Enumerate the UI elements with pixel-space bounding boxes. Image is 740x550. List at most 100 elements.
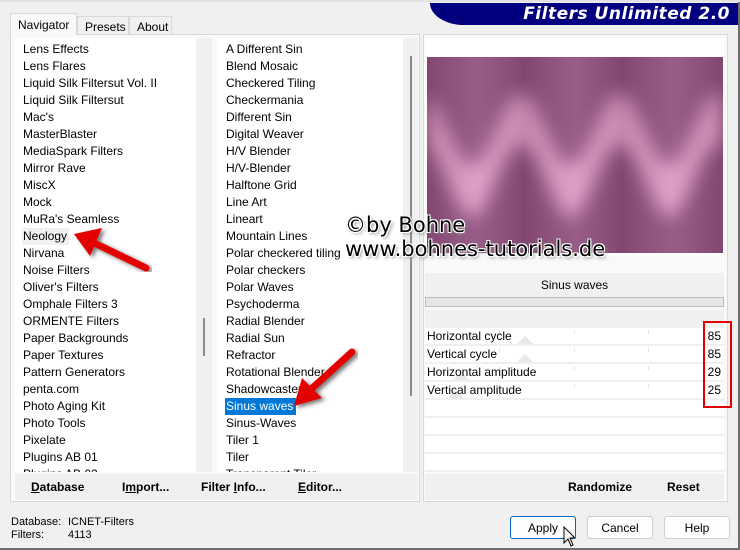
list-item-label: MuRa's Seamless	[23, 212, 120, 226]
list-item[interactable]: Refractor	[218, 347, 418, 364]
list-item[interactable]: penta.com	[15, 381, 212, 398]
list-item[interactable]: Mirror Rave	[15, 160, 212, 177]
list-item[interactable]: Psychoderma	[218, 296, 418, 313]
list-item-label: Shadowcaster	[226, 382, 303, 396]
list-item[interactable]: MuRa's Seamless	[15, 211, 212, 228]
list-item[interactable]: MasterBlaster	[15, 126, 212, 143]
list-item[interactable]: Digital Weaver	[218, 126, 418, 143]
list-item[interactable]: ORMENTE Filters	[15, 313, 212, 330]
list-item[interactable]: Omphale Filters 3	[15, 296, 212, 313]
list-item[interactable]: Mountain Lines	[218, 228, 418, 245]
filter-list[interactable]: A Different Sin Blend Mosaic Checkered Til…	[218, 38, 418, 472]
list-item[interactable]: Checkered Tiling	[218, 75, 418, 92]
filters-count-label: Filters:	[11, 529, 44, 541]
list-item[interactable]: Different Sin	[218, 109, 418, 126]
import-button[interactable]: Import...	[122, 480, 169, 494]
param-value[interactable]: 85	[708, 347, 721, 361]
list-item[interactable]: Oliver's Filters	[15, 279, 212, 296]
randomize-button[interactable]: Randomize	[568, 480, 632, 494]
list-item[interactable]: Photo Aging Kit	[15, 398, 212, 415]
filter-info-button[interactable]: Filter Info...	[201, 480, 266, 494]
list-item[interactable]: MiscX	[15, 177, 212, 194]
list-item[interactable]: Pattern Generators	[15, 364, 212, 381]
list-item[interactable]: Lens Flares	[15, 58, 212, 75]
list-item-label: Radial Blender	[226, 314, 305, 328]
param-value[interactable]: 29	[708, 365, 721, 379]
list-item[interactable]: Blend Mosaic	[218, 58, 418, 75]
list-item[interactable]: Liquid Silk Filtersut	[15, 92, 212, 109]
param-row-horizontal-amplitude[interactable]: Horizontal amplitude 29	[425, 364, 724, 380]
sinus-wave-preview	[427, 57, 723, 253]
list-item[interactable]: Line Art	[218, 194, 418, 211]
reset-button[interactable]: Reset	[667, 480, 700, 494]
filter-preview-image[interactable]	[427, 57, 723, 253]
list-item[interactable]: Tiler	[218, 449, 418, 466]
help-button[interactable]: Help	[664, 516, 730, 539]
list-item[interactable]: Polar checkered tiling	[218, 245, 418, 262]
list-item-label: Pixelate	[23, 433, 66, 447]
list-item[interactable]: H/V Blender	[218, 143, 418, 160]
list-item[interactable]: Checkermania	[218, 92, 418, 109]
database-button[interactable]: Database	[31, 480, 84, 494]
list-item[interactable]: Rotational Blender	[218, 364, 418, 381]
list-item-label: Photo Aging Kit	[23, 399, 106, 413]
filter-scroll-thumb[interactable]	[410, 56, 412, 396]
list-item[interactable]: Plugins AB 02	[15, 466, 212, 472]
list-item[interactable]: Lens Effects	[15, 41, 212, 58]
list-item-label: Neology	[22, 228, 70, 245]
list-item[interactable]: Halftone Grid	[218, 177, 418, 194]
list-item[interactable]: Noise Filters	[15, 262, 212, 279]
param-row-horizontal-cycle[interactable]: Horizontal cycle 85	[425, 328, 724, 344]
param-value[interactable]: 25	[708, 383, 721, 397]
list-item[interactable]: Radial Blender	[218, 313, 418, 330]
param-row-vertical-cycle[interactable]: Vertical cycle 85	[425, 346, 724, 362]
list-item-label: Nirvana	[23, 246, 65, 260]
filter-scrollbar[interactable]	[403, 38, 418, 472]
list-item[interactable]: Photo Tools	[15, 415, 212, 432]
list-item-label: Halftone Grid	[226, 178, 297, 192]
editor-button[interactable]: Editor...	[298, 480, 342, 494]
list-item[interactable]: Lineart	[218, 211, 418, 228]
list-item-label: Checkered Tiling	[226, 76, 316, 90]
cancel-button[interactable]: Cancel	[587, 516, 653, 539]
param-label: Vertical amplitude	[427, 383, 522, 397]
list-item[interactable]: Tiler 1	[218, 432, 418, 449]
list-item-label: A Different Sin	[226, 42, 303, 56]
list-item[interactable]: Polar Waves	[218, 279, 418, 296]
category-list[interactable]: Lens Effects Lens Flares Liquid Silk Filte…	[15, 38, 212, 472]
list-item-label: Polar Waves	[226, 280, 294, 294]
param-value[interactable]: 85	[708, 329, 721, 343]
tab-presets[interactable]: Presets	[77, 16, 129, 35]
list-item[interactable]: Mock	[15, 194, 212, 211]
list-item[interactable]: H/V-Blender	[218, 160, 418, 177]
tab-about[interactable]: About	[129, 16, 172, 35]
list-item[interactable]: Paper Backgrounds	[15, 330, 212, 347]
list-item[interactable]: Sinus-Waves	[218, 415, 418, 432]
list-item[interactable]: Radial Sun	[218, 330, 418, 347]
list-item[interactable]: Mac's	[15, 109, 212, 126]
list-item[interactable]: Transparent Tiler	[218, 466, 418, 472]
app-banner: Filters Unlimited 2.0	[430, 3, 738, 25]
category-scroll-thumb[interactable]	[203, 318, 205, 356]
list-item[interactable]: Pixelate	[15, 432, 212, 449]
list-item[interactable]: A Different Sin	[218, 41, 418, 58]
list-item[interactable]: Sinus waves	[218, 398, 418, 415]
list-item[interactable]: Liquid Silk Filtersut Vol. II	[15, 75, 212, 92]
list-item-label: Noise Filters	[23, 263, 90, 277]
list-item-label: MiscX	[23, 178, 56, 192]
list-item[interactable]: Nirvana	[15, 245, 212, 262]
empty-param-row	[425, 400, 724, 416]
list-item[interactable]: Polar checkers	[218, 262, 418, 279]
apply-button[interactable]: Apply	[510, 516, 576, 539]
list-item-label: Digital Weaver	[226, 127, 304, 141]
list-item[interactable]: MediaSpark Filters	[15, 143, 212, 160]
list-item[interactable]: Shadowcaster	[218, 381, 418, 398]
tab-navigator[interactable]: Navigator	[10, 13, 77, 35]
list-item[interactable]: Plugins AB 01	[15, 449, 212, 466]
list-item[interactable]: Paper Textures	[15, 347, 212, 364]
param-row-vertical-amplitude[interactable]: Vertical amplitude 25	[425, 382, 724, 398]
category-scrollbar[interactable]	[196, 38, 212, 472]
list-item-label: Plugins AB 02	[23, 466, 100, 472]
list-item[interactable]: Neology	[15, 228, 212, 245]
database-label: Database:	[11, 516, 62, 528]
